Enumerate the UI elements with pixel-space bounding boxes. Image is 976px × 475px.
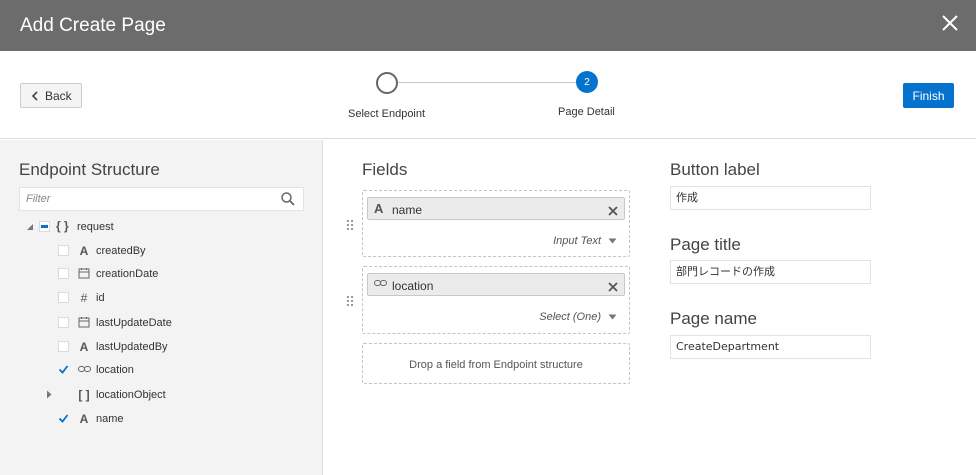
drag-handle-icon[interactable]: [346, 294, 354, 306]
tree-node-creationdate[interactable]: creationDate: [0, 264, 320, 284]
checkbox[interactable]: [58, 317, 69, 328]
remove-icon[interactable]: [608, 279, 618, 297]
checkbox[interactable]: [58, 341, 69, 352]
dropdown-arrow-icon: [608, 314, 617, 320]
train-bar: Back 2 Select Endpoint Page Detail Finis…: [0, 51, 976, 139]
checkbox-checked[interactable]: [58, 413, 69, 424]
tree-node-label: location: [96, 364, 134, 376]
back-button[interactable]: Back: [20, 83, 82, 108]
checkmark-icon: [58, 414, 69, 423]
tree-node-lastupdatedby[interactable]: A lastUpdatedBy: [0, 337, 320, 357]
tree-node-label: locationObject: [96, 389, 166, 401]
tree-node-label: creationDate: [96, 268, 159, 280]
tree-node-label: request: [77, 221, 114, 233]
dialog-titlebar: Add Create Page: [0, 0, 976, 51]
page-title-field[interactable]: 部門レコードの作成: [670, 260, 871, 284]
checkbox[interactable]: [58, 292, 69, 303]
field-type-select[interactable]: Input Text: [553, 235, 617, 247]
filter-input[interactable]: Filter: [19, 187, 304, 211]
tree-node-label: id: [96, 292, 105, 304]
field-chip-label: location: [392, 279, 434, 293]
field-drop-zone[interactable]: Drop a field from Endpoint structure: [362, 343, 630, 384]
checkbox[interactable]: [58, 245, 69, 256]
field-chip-label: name: [392, 203, 423, 217]
button-label-heading: Button label: [670, 160, 760, 179]
collapse-triangle-icon[interactable]: [26, 222, 34, 234]
train-step-select-endpoint[interactable]: [376, 72, 398, 94]
field-chip[interactable]: A name: [367, 197, 625, 220]
tree-node-label: lastUpdatedBy: [96, 341, 168, 353]
date-type-icon: [77, 267, 91, 282]
filter-placeholder: Filter: [26, 193, 51, 205]
partial-checkbox[interactable]: [39, 221, 50, 232]
date-type-icon: [77, 316, 91, 331]
tree-node-label: lastUpdateDate: [96, 317, 172, 329]
chevron-left-icon: [31, 90, 38, 101]
drag-handle-icon[interactable]: [346, 218, 354, 230]
tree-node-locationobject[interactable]: [ ] locationObject: [0, 385, 320, 405]
page-title-heading: Page title: [670, 235, 741, 254]
partial-check-icon: [41, 225, 48, 228]
text-type-icon: A: [79, 412, 89, 426]
array-type-icon: [ ]: [78, 388, 90, 402]
field-card-name[interactable]: A name Input Text: [362, 190, 630, 257]
dropdown-arrow-icon: [608, 238, 617, 244]
tree-node-id[interactable]: # id: [0, 288, 320, 308]
endpoint-structure-heading: Endpoint Structure: [19, 160, 160, 179]
page-name-field[interactable]: CreateDepartment: [670, 335, 871, 359]
field-type-value: Input Text: [553, 235, 601, 247]
train-connector: [397, 82, 577, 83]
checkbox-checked[interactable]: [58, 364, 69, 375]
field-card-location[interactable]: location Select (One): [362, 266, 630, 334]
tree-node-createdby[interactable]: A createdBy: [0, 241, 320, 261]
field-chip[interactable]: location: [367, 273, 625, 296]
fields-heading: Fields: [362, 160, 408, 179]
tree-node-lastupdatedate[interactable]: lastUpdateDate: [0, 313, 320, 333]
checkmark-icon: [58, 365, 69, 374]
field-type-value: Select (One): [539, 311, 601, 323]
checkbox[interactable]: [58, 268, 69, 279]
text-type-icon: A: [79, 340, 89, 354]
endpoint-structure-panel: Endpoint Structure Filter { } request A …: [0, 140, 323, 475]
tree-node-request[interactable]: { } request: [0, 217, 320, 237]
expand-triangle-icon[interactable]: [46, 390, 52, 402]
finish-button[interactable]: Finish: [903, 83, 954, 108]
train-step-page-detail[interactable]: 2: [576, 71, 598, 93]
button-label-field[interactable]: 作成: [670, 186, 871, 210]
train-step-number: 2: [584, 76, 590, 88]
finish-button-label: Finish: [912, 88, 945, 103]
object-icon: { }: [56, 219, 69, 233]
back-button-label: Back: [45, 88, 72, 103]
train-step-label[interactable]: Select Endpoint: [348, 108, 425, 120]
tree-node-name[interactable]: A name: [0, 409, 320, 429]
train-step-label[interactable]: Page Detail: [558, 106, 615, 118]
page-name-heading: Page name: [670, 309, 757, 328]
field-type-select[interactable]: Select (One): [539, 311, 617, 323]
drop-zone-text: Drop a field from Endpoint structure: [409, 359, 583, 371]
text-type-icon: A: [79, 244, 89, 258]
number-type-icon: #: [80, 291, 88, 305]
reference-type-icon: [77, 363, 91, 378]
close-icon[interactable]: [940, 13, 960, 33]
dialog-title: Add Create Page: [20, 15, 166, 36]
tree-node-label: name: [96, 413, 124, 425]
tree-node-label: createdBy: [96, 245, 146, 257]
remove-icon[interactable]: [608, 203, 618, 221]
tree-node-location[interactable]: location: [0, 360, 320, 380]
reference-type-icon: [374, 277, 387, 292]
text-type-icon: A: [374, 201, 384, 216]
search-icon[interactable]: [280, 191, 296, 212]
